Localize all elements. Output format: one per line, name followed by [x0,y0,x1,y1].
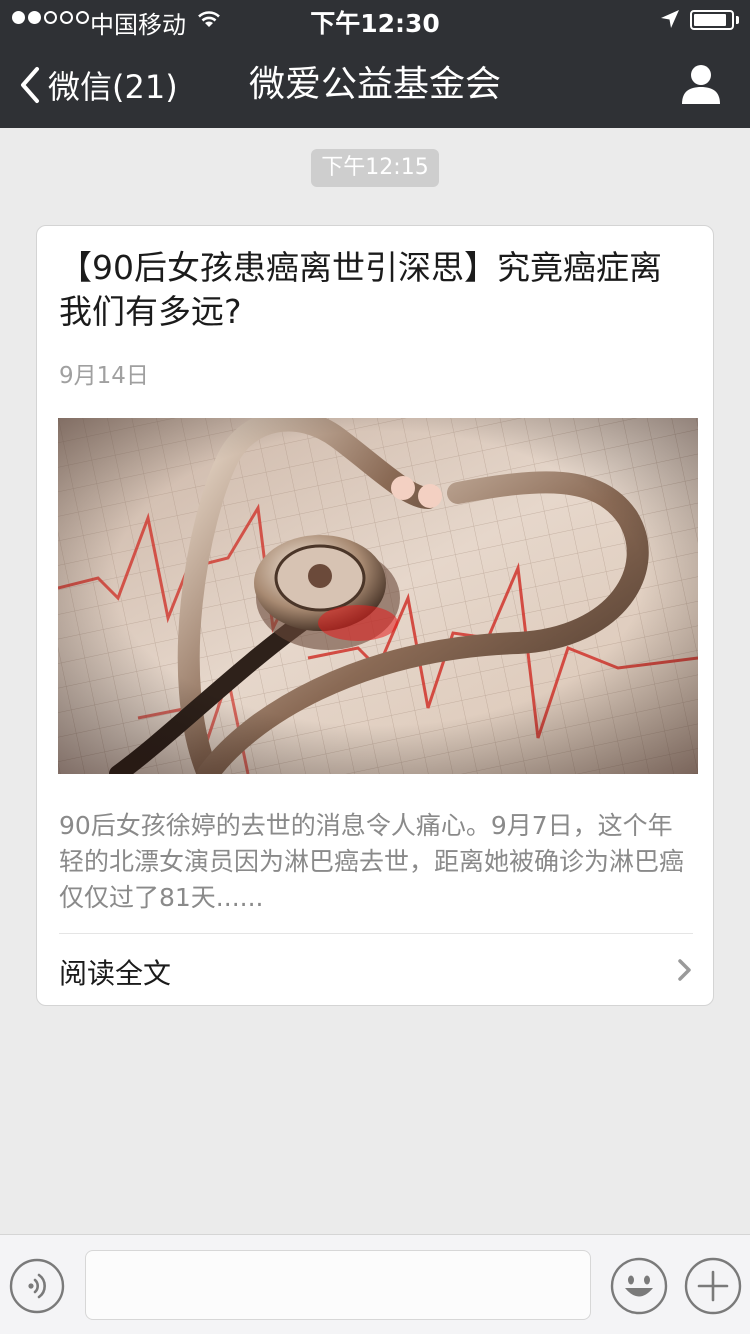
voice-button[interactable] [9,1258,65,1314]
chevron-right-icon [678,959,691,981]
article-card[interactable]: 【90后女孩患癌离世引深思】究竟癌症离我们有多远? 9月14日 90后女孩徐婷的… [36,225,714,1006]
article-title: 【90后女孩患癌离世引深思】究竟癌症离我们有多远? [59,248,662,331]
article-cover-image[interactable] [58,418,698,774]
read-more-label: 阅读全文 [59,957,172,990]
status-time: 下午12:30 [310,9,440,38]
message-input-bar [0,1234,750,1334]
status-bar: 中国移动 下午12:30 [0,0,750,40]
emoji-icon [610,1257,668,1315]
add-more-button[interactable] [684,1257,742,1315]
article-summary: 90后女孩徐婷的去世的消息令人痛心。9月7日，这个年轻的北漂女演员因为淋巴癌去世… [59,811,685,912]
emoji-button[interactable] [610,1257,668,1315]
voice-icon [9,1258,65,1314]
battery-tip [736,16,739,24]
page-title: 微爱公益基金会 [248,64,501,105]
chevron-left-icon [21,67,39,103]
article-date: 9月14日 [59,363,149,389]
navigation-header: 中国移动 下午12:30 微信(21) 微爱公益基金会 [0,0,750,128]
profile-button[interactable] [678,62,724,108]
location-arrow-icon [661,10,679,28]
plus-icon [684,1257,742,1315]
battery-icon [690,10,734,30]
message-text-input[interactable] [85,1250,591,1320]
read-full-article-link[interactable]: 阅读全文 [37,934,713,1006]
user-icon [682,65,720,104]
message-timestamp: 下午12:15 [311,149,439,187]
